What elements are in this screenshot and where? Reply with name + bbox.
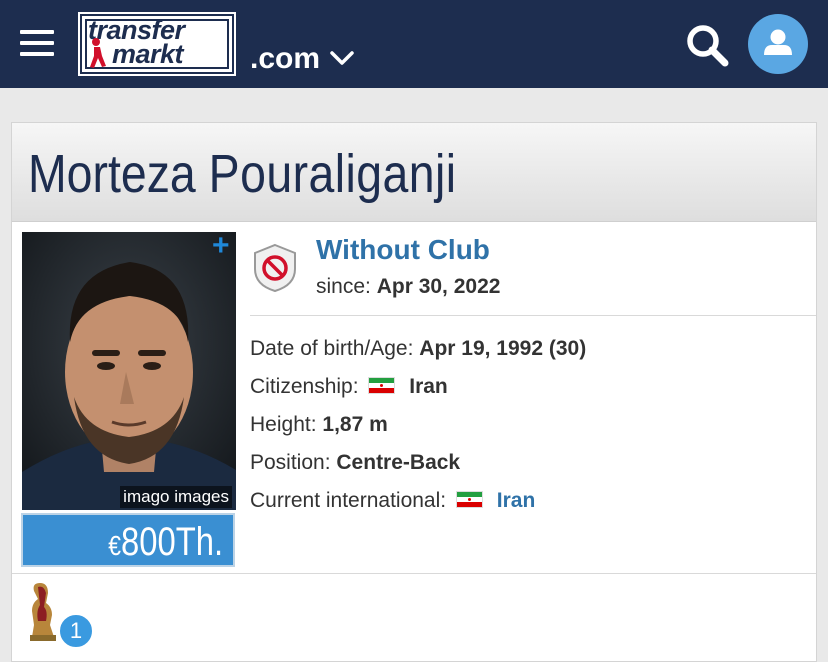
user-icon <box>764 29 792 55</box>
dob-row: Date of birth/Age: Apr 19, 1992 (30) <box>250 335 586 363</box>
position-label: Position: <box>250 451 331 474</box>
photo-credit: imago images <box>120 486 232 508</box>
citizenship-value: Iran <box>409 375 448 398</box>
player-portrait-image <box>22 232 236 510</box>
international-team-link[interactable]: Iran <box>497 489 536 512</box>
market-value-amount: 800Th. <box>120 520 223 564</box>
club-since: since: Apr 30, 2022 <box>316 273 500 301</box>
citizenship-row: Citizenship: Iran <box>250 373 448 401</box>
market-value-currency: € <box>108 530 121 561</box>
position-value: Centre-Back <box>336 451 461 474</box>
market-value-box[interactable]: €800Th. <box>21 513 235 567</box>
iran-flag-icon <box>455 491 483 508</box>
current-club-link[interactable]: Without Club <box>316 233 490 267</box>
market-value: €800Th. <box>108 519 223 569</box>
transfermarkt-logo[interactable]: transfer markt <box>80 14 234 74</box>
height-row: Height: 1,87 m <box>250 411 388 439</box>
dob-label: Date of birth/Age: <box>250 337 414 360</box>
logo-text-markt: markt <box>112 39 184 69</box>
international-label: Current international: <box>250 489 447 512</box>
player-last-name: Pouraliganji <box>208 144 457 204</box>
player-first-name: Morteza <box>28 144 196 204</box>
user-account-button[interactable] <box>748 14 808 74</box>
section-divider <box>12 573 816 574</box>
search-icon[interactable] <box>684 22 730 68</box>
citizenship-label: Citizenship: <box>250 375 359 398</box>
add-photo-plus-icon[interactable]: + <box>212 231 230 261</box>
international-row: Current international: Iran <box>250 487 535 515</box>
top-navigation-bar: transfer markt .com <box>0 0 828 88</box>
height-value: 1,87 m <box>322 413 388 436</box>
since-date: Apr 30, 2022 <box>376 275 501 298</box>
player-name-bar: Morteza Pouraliganji <box>12 123 816 222</box>
iran-flag-icon <box>368 377 396 394</box>
player-header-card: Morteza Pouraliganji imago images + €800… <box>11 122 817 662</box>
trophy-count-badge: 1 <box>58 613 94 649</box>
hamburger-icon[interactable] <box>20 28 54 58</box>
logo-player-icon <box>90 38 106 68</box>
no-club-badge-icon <box>254 243 296 293</box>
chevron-down-icon[interactable] <box>328 44 356 72</box>
since-label: since: <box>316 275 371 298</box>
section-divider <box>250 315 816 316</box>
player-name: Morteza Pouraliganji <box>28 143 457 205</box>
trophy-icon[interactable] <box>26 581 60 643</box>
height-label: Height: <box>250 413 317 436</box>
dob-value: Apr 19, 1992 (30) <box>419 337 587 360</box>
domain-selector-label[interactable]: .com <box>250 42 320 76</box>
player-photo[interactable]: imago images <box>22 232 236 510</box>
position-row: Position: Centre-Back <box>250 449 460 477</box>
